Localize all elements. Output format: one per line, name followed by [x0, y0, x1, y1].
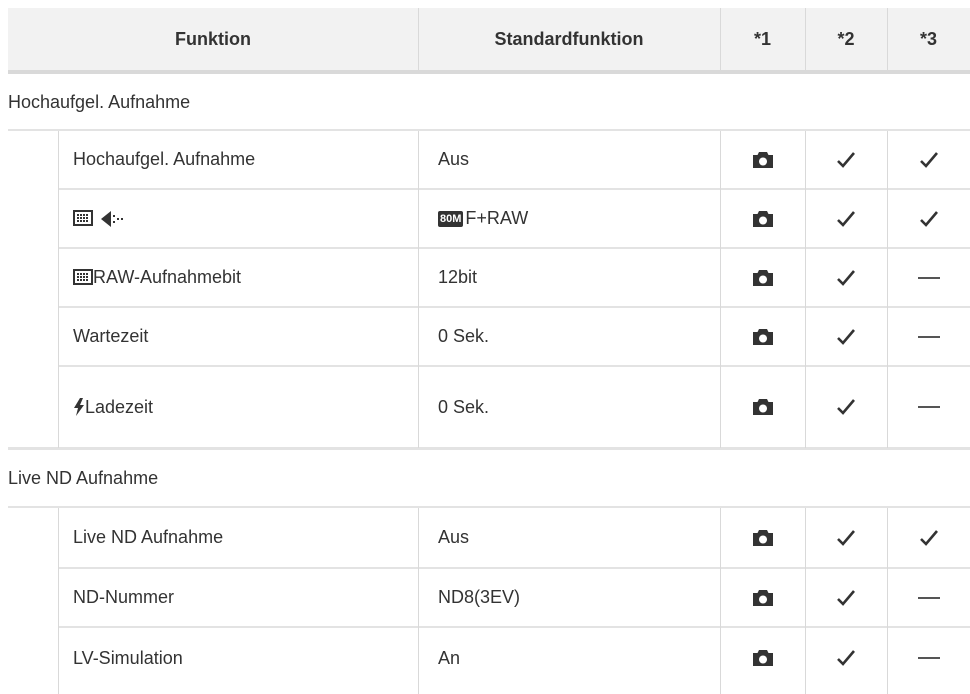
camera-icon — [720, 308, 805, 365]
row-3-default: 12bit — [438, 267, 478, 287]
checkmark-icon — [887, 190, 970, 247]
header-col-2: *2 — [837, 28, 855, 49]
row-4-function: Wartezeit — [73, 326, 149, 346]
row-1-default: Aus — [438, 149, 470, 169]
row-6-function: Live ND Aufnahme — [73, 527, 224, 547]
checkmark-icon — [887, 508, 970, 567]
row-7-function: ND-Nummer — [73, 587, 174, 607]
dash-icon — [887, 569, 970, 626]
camera-icon — [720, 628, 805, 688]
row-5-default: 0 Sek. — [438, 396, 490, 417]
checkmark-icon — [805, 131, 887, 188]
hires-grid-icon — [73, 209, 93, 228]
header-col-3: *3 — [919, 28, 937, 49]
checkmark-icon — [805, 308, 887, 365]
camera-icon — [720, 367, 805, 447]
hires-grid-icon — [73, 268, 93, 287]
dash-icon — [887, 249, 970, 306]
row-8-function: LV-Simulation — [73, 647, 183, 668]
row-4-default: 0 Sek. — [438, 326, 490, 346]
checkmark-icon — [805, 628, 887, 688]
arrow-dots-icon — [99, 210, 125, 228]
row-6-default: Aus — [438, 527, 470, 547]
camera-icon — [720, 131, 805, 188]
header-col-1: *1 — [753, 28, 771, 49]
checkmark-icon — [805, 569, 887, 626]
row-3-function: RAW-Aufnahmebit — [73, 249, 241, 306]
row-7-default: ND8(3EV) — [438, 587, 521, 607]
camera-icon — [720, 190, 805, 247]
camera-icon — [720, 249, 805, 306]
checkmark-icon — [887, 131, 970, 188]
resolution-badge: 80M — [438, 210, 464, 227]
checkmark-icon — [805, 508, 887, 567]
row-2-default: 80M F+RAW — [438, 208, 529, 228]
row-2-function — [73, 190, 125, 247]
flash-icon — [73, 398, 85, 416]
checkmark-icon — [805, 190, 887, 247]
row-1-function: Hochaufgel. Aufnahme — [73, 149, 256, 169]
header-default: Standardfunktion — [494, 28, 644, 49]
dash-icon — [887, 628, 970, 688]
row-8-default: An — [438, 647, 461, 668]
section-title-hires: Hochaufgel. Aufnahme — [8, 92, 191, 112]
row-5-function: Ladezeit — [73, 367, 153, 447]
checkmark-icon — [805, 367, 887, 447]
dash-icon — [887, 308, 970, 365]
dash-icon — [887, 367, 970, 447]
table-header: Funktion Standardfunktion *1 *2 *3 — [8, 8, 970, 74]
checkmark-icon — [805, 249, 887, 306]
section-title-livend: Live ND Aufnahme — [8, 468, 159, 488]
camera-icon — [720, 508, 805, 567]
camera-icon — [720, 569, 805, 626]
header-function: Funktion — [175, 28, 251, 49]
